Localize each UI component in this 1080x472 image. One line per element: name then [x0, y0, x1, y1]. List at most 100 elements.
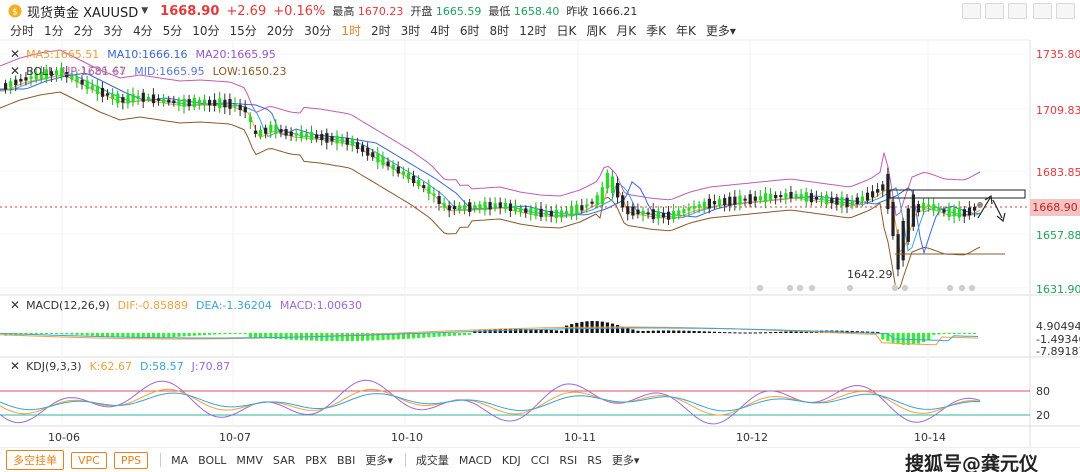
main-indicator-button[interactable]: PBX — [305, 454, 327, 467]
candle-body — [707, 198, 711, 209]
toolbar-pill-button[interactable]: 多空挂单 — [6, 450, 64, 470]
toolbar-pill-button[interactable]: VPC — [71, 451, 107, 469]
candle-body — [437, 195, 441, 205]
candle-body — [4, 83, 8, 90]
macd-histogram-bar — [702, 331, 706, 333]
candle-body — [855, 197, 859, 204]
candle-body — [825, 194, 829, 205]
candle-body — [835, 197, 839, 205]
main-indicator-button[interactable]: 更多▾ — [365, 452, 393, 468]
candle-body — [646, 212, 650, 215]
candle-body — [19, 78, 23, 82]
candle-body — [656, 210, 660, 219]
candle-body — [559, 210, 564, 218]
macd-histogram-bar — [60, 333, 64, 335]
candle-body — [366, 147, 370, 156]
price-axis-label: 1709.83 — [1036, 104, 1080, 117]
main-indicator-button[interactable]: BOLL — [198, 454, 226, 467]
macd-histogram-bar — [937, 333, 941, 335]
date-label: 10-07 — [219, 431, 251, 444]
close-icon[interactable]: ✕ — [10, 47, 20, 61]
macd-histogram-bar — [208, 333, 212, 335]
candle-body — [396, 166, 400, 174]
candle-body — [529, 208, 533, 215]
macd-histogram-bar — [39, 333, 43, 335]
candle-body — [876, 189, 880, 193]
candle-body — [763, 193, 768, 202]
macd-dea-value: DEA:-1.36204 — [195, 298, 272, 312]
candle-body — [967, 207, 972, 216]
sub-indicator-button[interactable]: RSI — [559, 454, 577, 467]
candle-body — [218, 98, 222, 109]
macd-histogram-bar — [559, 330, 564, 333]
macd-histogram-bar — [427, 333, 431, 338]
sub-indicator-button[interactable]: 更多▾ — [612, 452, 640, 468]
candle-body — [401, 171, 405, 175]
candle-body — [468, 202, 472, 212]
macd-histogram-bar — [733, 332, 737, 334]
drawn-point — [977, 202, 983, 208]
macd-histogram-bar — [738, 332, 742, 334]
candle-body — [9, 81, 13, 88]
candle-body — [228, 98, 232, 109]
candle-body — [610, 176, 615, 193]
macd-histogram-bar — [345, 333, 349, 341]
candle-body — [177, 99, 181, 106]
toolbar-pill-button[interactable]: PPS — [113, 451, 149, 469]
main-indicator-button[interactable]: BBI — [337, 454, 355, 467]
sub-indicator-button[interactable]: RS — [587, 454, 602, 467]
macd-histogram-bar — [952, 333, 956, 334]
macd-histogram-bar — [661, 330, 666, 333]
candle-body — [769, 193, 773, 201]
price-axis-label: 1683.85 — [1036, 166, 1080, 179]
event-marker — [891, 284, 899, 292]
macd-histogram-bar — [223, 333, 227, 335]
macd-histogram-bar — [651, 330, 655, 333]
candle-body — [871, 191, 875, 198]
macd-histogram-bar — [789, 331, 793, 333]
candle-body — [758, 196, 762, 200]
macd-histogram-bar — [457, 333, 462, 336]
sub-indicator-button[interactable]: MACD — [459, 454, 492, 467]
candle-body — [820, 197, 824, 201]
candle-body — [590, 201, 594, 204]
candle-body — [973, 206, 977, 211]
main-indicator-button[interactable]: MA — [171, 454, 188, 467]
candle-body — [111, 93, 115, 100]
candle-body — [906, 208, 910, 242]
macd-histogram-bar — [784, 331, 788, 333]
close-icon[interactable]: ✕ — [10, 64, 20, 78]
main-indicator-button[interactable]: MMV — [236, 454, 263, 467]
candle-body — [340, 138, 344, 143]
close-icon[interactable]: ✕ — [10, 298, 20, 312]
sub-indicator-button[interactable]: 成交量 — [416, 452, 449, 468]
candle-body — [789, 191, 793, 199]
candle-body — [488, 202, 492, 210]
candle-body — [549, 210, 553, 217]
close-icon[interactable]: ✕ — [10, 359, 20, 373]
candle-body — [804, 192, 808, 202]
candle-body — [447, 205, 451, 211]
candle-body — [483, 201, 487, 211]
macd-histogram-bar — [498, 329, 502, 333]
macd-legend: ✕ MACD(12,26,9) DIF:-0.85889 DEA:-1.3620… — [10, 298, 370, 312]
candle-body — [376, 153, 380, 163]
candle-body — [386, 161, 390, 167]
candle-body — [595, 195, 599, 206]
candle-body — [922, 202, 926, 210]
candle-body — [753, 196, 757, 201]
candle-body — [279, 129, 283, 133]
candle-body — [779, 195, 783, 198]
sub-indicator-button[interactable]: CCI — [531, 454, 550, 467]
candle-body — [406, 173, 411, 180]
candle-body — [264, 127, 268, 134]
macd-histogram-bar — [335, 333, 339, 341]
macd-histogram-bar — [932, 333, 936, 335]
chart-app: $ 现货黄金 XAUUSD ▼ 1668.90 +2.69 +0.16% 最高 … — [0, 0, 1080, 472]
sub-indicator-button[interactable]: KDJ — [502, 454, 521, 467]
macd-histogram-bar — [253, 333, 258, 338]
candle-body — [738, 195, 742, 205]
main-indicator-button[interactable]: SAR — [273, 454, 295, 467]
macd-dif-line — [0, 326, 979, 346]
candle-body — [233, 104, 237, 107]
